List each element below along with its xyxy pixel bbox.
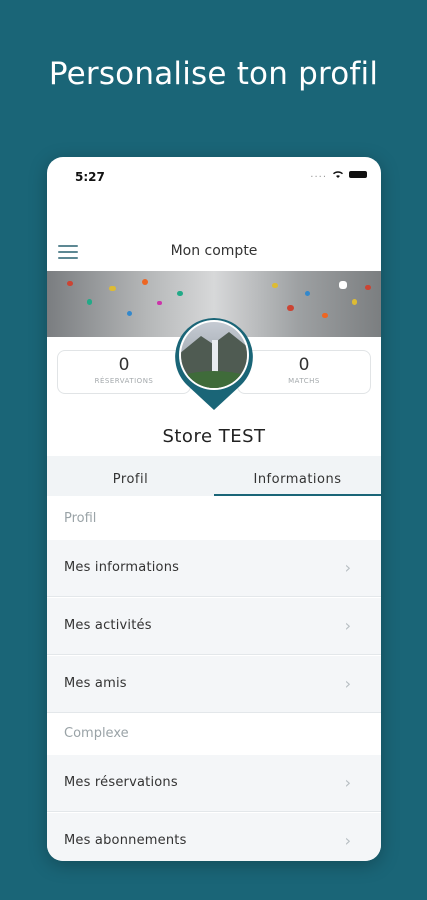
page-title: Mon compte — [170, 243, 258, 259]
chevron-right-icon: › — [344, 773, 351, 792]
list-item-mes-activites[interactable]: Mes activités › — [47, 598, 381, 655]
stat-matchs-label: MATCHS — [288, 377, 320, 385]
status-bar: 5:27 .... — [47, 157, 381, 197]
list-item-label: Mes amis — [64, 676, 127, 691]
avatar[interactable] — [171, 314, 257, 412]
wifi-icon — [333, 171, 343, 178]
tab-profil[interactable]: Profil — [47, 456, 214, 496]
section-header-profil: Profil — [47, 498, 381, 538]
chevron-right-icon: › — [344, 831, 351, 850]
section-header-label: Complexe — [64, 726, 129, 741]
list-item-mes-reservations[interactable]: Mes réservations › — [47, 755, 381, 812]
list-item-mes-amis[interactable]: Mes amis › — [47, 656, 381, 713]
headline: Personalise ton profil — [48, 56, 379, 92]
tab-bar: Profil Informations — [47, 456, 381, 496]
nav-bar: Mon compte — [47, 233, 381, 269]
list-item-mes-abonnements[interactable]: Mes abonnements › — [47, 813, 381, 861]
chevron-right-icon: › — [344, 558, 351, 577]
list-item-label: Mes informations — [64, 560, 180, 575]
profile-name: Store TEST — [162, 426, 266, 447]
status-time: 5:27 — [75, 170, 105, 184]
list-item-mes-informations[interactable]: Mes informations › — [47, 540, 381, 597]
section-header-complexe: Complexe — [47, 713, 381, 753]
chevron-right-icon: › — [344, 616, 351, 635]
signal-dots: .... — [310, 169, 327, 180]
stat-matchs-value: 0 — [298, 355, 310, 375]
status-icons: .... — [310, 169, 367, 180]
list-item-label: Mes réservations — [64, 775, 178, 790]
chevron-right-icon: › — [344, 674, 351, 693]
battery-icon — [349, 171, 367, 178]
list-item-label: Mes abonnements — [64, 833, 187, 848]
section-header-label: Profil — [64, 511, 97, 526]
list-item-label: Mes activités — [64, 618, 152, 633]
tab-informations[interactable]: Informations — [214, 456, 381, 496]
phone-frame: 5:27 .... Mon compte 0 RÉSERVATIONS 0 MA… — [47, 157, 381, 861]
stat-matchs[interactable]: 0 MATCHS — [237, 350, 371, 394]
